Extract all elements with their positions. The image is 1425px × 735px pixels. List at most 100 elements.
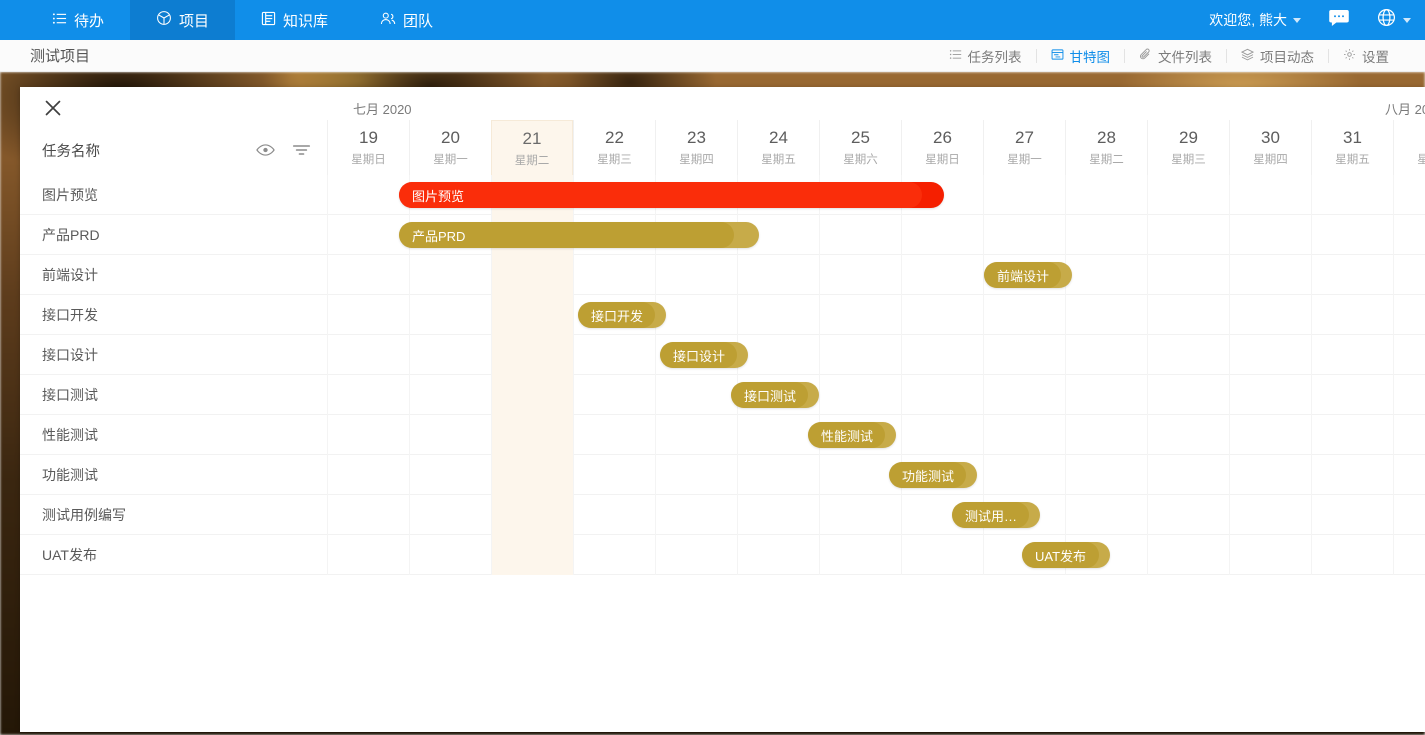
- tab-task-list[interactable]: 任务列表: [935, 46, 1036, 66]
- day-header-cell[interactable]: 27 星期一: [983, 120, 1065, 175]
- day-header-cell[interactable]: 19星期日: [327, 120, 409, 175]
- list-icon: [949, 48, 962, 64]
- day-weekday: 星期三: [597, 151, 632, 167]
- nav-spacer: [459, 0, 1195, 40]
- day-header-cell[interactable]: 30星期四: [1229, 120, 1311, 175]
- day-header-cell[interactable]: 23星期四: [655, 120, 737, 175]
- gantt-bar[interactable]: 产品PRD: [399, 222, 759, 248]
- day-header-cell[interactable]: 28星期二: [1065, 120, 1147, 175]
- day-number: 20: [441, 128, 460, 148]
- day-header-cell[interactable]: 31星期五: [1311, 120, 1393, 175]
- nav-item-todo[interactable]: 待办: [26, 0, 130, 40]
- task-name: 功能测试: [20, 455, 327, 494]
- nav-item-label: 项目: [179, 10, 209, 31]
- chevron-down-icon: [1293, 18, 1301, 23]
- nav-item-team[interactable]: 团队: [354, 0, 459, 40]
- day-number: 21: [523, 129, 542, 149]
- day-weekday: 星期四: [679, 151, 714, 167]
- task-row[interactable]: UAT发布: [20, 535, 1425, 575]
- day-header-cell[interactable]: 29星期三: [1147, 120, 1229, 175]
- gantt-icon: [1051, 48, 1064, 64]
- month-label-left: 七月 2020: [353, 99, 412, 118]
- nav-item-label: 团队: [403, 10, 433, 31]
- project-tabs: 任务列表 甘特图 文件列表: [935, 46, 1404, 66]
- gantt-bar[interactable]: UAT发布: [1022, 542, 1110, 568]
- task-lane: [327, 295, 1425, 334]
- gantt-bar[interactable]: 前端设计: [984, 262, 1072, 288]
- nav-item-knowledge[interactable]: 知识库: [235, 0, 354, 40]
- task-column-tools: [256, 143, 327, 157]
- eye-icon[interactable]: [256, 143, 275, 157]
- day-weekday: 星期四: [1253, 151, 1288, 167]
- task-row[interactable]: 前端设计: [20, 255, 1425, 295]
- tab-label: 甘特图: [1070, 46, 1111, 66]
- tab-label: 任务列表: [968, 46, 1022, 66]
- gantt-bar-label: 产品PRD: [412, 226, 465, 245]
- day-header-cell[interactable]: 20星期一: [409, 120, 491, 175]
- day-weekday: 星期日: [925, 151, 960, 167]
- top-navigation-bar: 待办 项目 知识库 团队: [0, 0, 1425, 40]
- tab-label: 文件列表: [1158, 46, 1212, 66]
- task-lane: [327, 495, 1425, 534]
- task-row[interactable]: 性能测试: [20, 415, 1425, 455]
- task-row[interactable]: 接口测试: [20, 375, 1425, 415]
- day-weekday: 星期六: [843, 151, 878, 167]
- day-header-cell[interactable]: 21 星期二: [491, 120, 573, 175]
- gantt-bar-label: 接口测试: [744, 386, 796, 405]
- task-name: 接口测试: [20, 375, 327, 414]
- day-number: 28: [1097, 128, 1116, 148]
- day-number: 22: [605, 128, 624, 148]
- task-name: 图片预览: [20, 175, 327, 214]
- task-row[interactable]: 接口开发: [20, 295, 1425, 335]
- gantt-bar-progress: [399, 182, 922, 208]
- tab-project-activity[interactable]: 项目动态: [1227, 46, 1328, 66]
- gantt-bar[interactable]: 性能测试: [808, 422, 896, 448]
- project-sub-header: 测试项目 任务列表 甘特图: [0, 40, 1425, 72]
- gantt-bar[interactable]: 接口开发: [578, 302, 666, 328]
- task-name: 产品PRD: [20, 215, 327, 254]
- task-lane: [327, 455, 1425, 494]
- day-weekday: 星期一: [1007, 151, 1042, 167]
- tab-settings[interactable]: 设置: [1329, 46, 1403, 66]
- nav-right-group: 欢迎您, 熊大: [1195, 0, 1425, 40]
- language-menu[interactable]: [1363, 8, 1425, 32]
- people-icon: [380, 11, 396, 30]
- nav-item-project[interactable]: 项目: [130, 0, 235, 40]
- day-number: 27: [1015, 128, 1034, 148]
- gantt-bar[interactable]: 接口设计: [660, 342, 748, 368]
- filter-icon[interactable]: [292, 143, 311, 157]
- gantt-bar[interactable]: 图片预览: [399, 182, 944, 208]
- task-lane: [327, 335, 1425, 374]
- tab-file-list[interactable]: 文件列表: [1125, 46, 1226, 66]
- day-header-cell[interactable]: 24星期五: [737, 120, 819, 175]
- gantt-bar-label: 测试用…: [965, 506, 1017, 525]
- book-icon: [261, 11, 276, 30]
- gantt-bar-label: 功能测试: [902, 466, 954, 485]
- day-header-cell[interactable]: 25 星期六: [819, 120, 901, 175]
- tab-gantt[interactable]: 甘特图: [1037, 46, 1125, 66]
- day-weekday: 星期五: [1335, 151, 1370, 167]
- page-title: 测试项目: [30, 45, 90, 66]
- day-weekday: 星期二: [515, 152, 550, 168]
- tab-label: 设置: [1362, 46, 1389, 66]
- task-name: 测试用例编写: [20, 495, 327, 534]
- task-lane: [327, 255, 1425, 294]
- day-header-cell[interactable]: 26 星期日: [901, 120, 983, 175]
- gantt-bar[interactable]: 测试用…: [952, 502, 1040, 528]
- nav-item-label: 知识库: [283, 10, 328, 31]
- chevron-down-icon: [1403, 18, 1411, 23]
- gantt-bar[interactable]: 接口测试: [731, 382, 819, 408]
- task-name-column-header: 任务名称: [20, 125, 327, 175]
- day-number: 25: [851, 128, 870, 148]
- messages-button[interactable]: [1315, 10, 1363, 31]
- gantt-bar[interactable]: 功能测试: [889, 462, 977, 488]
- task-row[interactable]: 测试用例编写: [20, 495, 1425, 535]
- close-icon[interactable]: [42, 97, 64, 119]
- day-number: 26: [933, 128, 952, 148]
- task-row[interactable]: 功能测试: [20, 455, 1425, 495]
- day-header-cell[interactable]: 01星期六: [1393, 120, 1425, 175]
- user-menu[interactable]: 欢迎您, 熊大: [1195, 10, 1315, 30]
- day-header-cell[interactable]: 22 星期三: [573, 120, 655, 175]
- list-icon: [52, 11, 67, 30]
- nav-item-label: 待办: [74, 10, 104, 31]
